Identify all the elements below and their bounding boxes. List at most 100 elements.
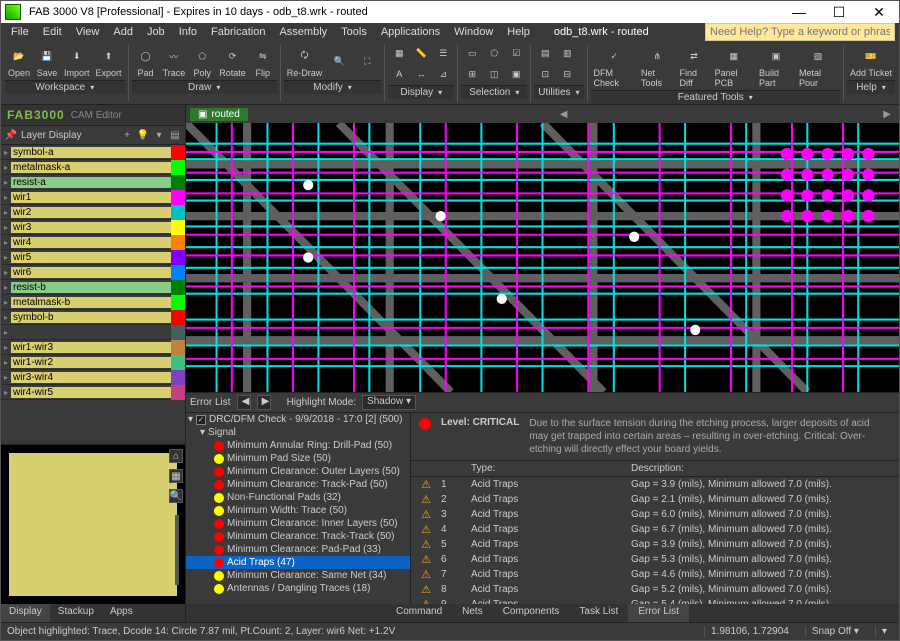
menu-fabrication[interactable]: Fabrication	[205, 25, 271, 39]
workspace-dropdown[interactable]: Workspace	[5, 80, 125, 94]
layer-row[interactable]: ▸	[1, 325, 185, 340]
error-row[interactable]: ⚠2Acid TrapsGap = 2.1 (mils), Minimum al…	[411, 492, 899, 507]
error-nav-next[interactable]: ▶	[257, 395, 271, 410]
zoom-in-button[interactable]: 🔍	[325, 43, 353, 80]
layer-row[interactable]: ▸wir1-wir3	[1, 340, 185, 355]
error-row[interactable]: ⚠7Acid TrapsGap = 4.6 (mils), Minimum al…	[411, 567, 899, 582]
draw-dropdown[interactable]: Draw	[132, 80, 277, 94]
util-btn-2[interactable]: ▥	[556, 43, 578, 64]
error-rows[interactable]: ⚠1Acid TrapsGap = 3.9 (mils), Minimum al…	[411, 477, 899, 604]
trace-button[interactable]: 〰Trace	[160, 43, 189, 80]
util-btn-1[interactable]: ▤	[534, 43, 556, 64]
error-check-item[interactable]: Minimum Clearance: Outer Layers (50)	[186, 465, 410, 478]
error-row[interactable]: ⚠8Acid TrapsGap = 5.2 (mils), Minimum al…	[411, 582, 899, 597]
preview-home-icon[interactable]: ⌂	[169, 449, 183, 463]
help-dropdown[interactable]: Help	[847, 80, 895, 94]
status-snap[interactable]: Snap Off ▾	[805, 626, 865, 637]
menu-view[interactable]: View	[70, 25, 106, 39]
menu-file[interactable]: File	[5, 25, 35, 39]
utilities-dropdown[interactable]: Utilities	[534, 85, 583, 99]
tab-command[interactable]: Command	[386, 604, 452, 622]
error-check-item[interactable]: Minimum Clearance: Pad-Pad (33)	[186, 543, 410, 556]
bulb-icon[interactable]: 💡	[137, 129, 149, 141]
display-btn-2[interactable]: 📏	[410, 43, 432, 64]
error-tree[interactable]: ▾✓DRC/DFM Check - 9/9/2018 - 17:0 [2] (5…	[186, 413, 411, 604]
display-btn-4[interactable]: A	[388, 64, 410, 85]
error-check-item[interactable]: Non-Functional Pads (32)	[186, 491, 410, 504]
error-check-item[interactable]: Minimum Annular Ring: Drill-Pad (50)	[186, 439, 410, 452]
sel-btn-2[interactable]: ⬠	[483, 43, 505, 64]
util-btn-3[interactable]: ⊡	[534, 64, 556, 85]
layer-row[interactable]: ▸wir6	[1, 265, 185, 280]
highlight-mode-select[interactable]: Shadow ▾	[362, 395, 416, 410]
menu-info[interactable]: Info	[173, 25, 203, 39]
error-nav-prev[interactable]: ◀	[237, 395, 251, 410]
layer-row[interactable]: ▸wir2	[1, 205, 185, 220]
error-check-item[interactable]: Minimum Clearance: Track-Track (50)	[186, 530, 410, 543]
sel-btn-1[interactable]: ▭	[461, 43, 483, 64]
add-icon[interactable]: +	[121, 129, 133, 141]
layer-row[interactable]: ▸wir4-wir5	[1, 385, 185, 400]
tab-stackup[interactable]: Stackup	[50, 604, 102, 622]
minimize-button[interactable]: —	[779, 1, 819, 23]
sel-btn-3[interactable]: ☑	[505, 43, 527, 64]
rotate-button[interactable]: ⟳Rotate	[216, 43, 249, 80]
layer-row[interactable]: ▸metalmask-b	[1, 295, 185, 310]
layer-row[interactable]: ▸symbol-a	[1, 145, 185, 160]
tab-nav-left[interactable]: ◀	[556, 109, 572, 120]
metal-pour-button[interactable]: ▨Metal Pour	[796, 43, 840, 90]
maximize-button[interactable]: ☐	[819, 1, 859, 23]
error-row[interactable]: ⚠9Acid TrapsGap = 5.4 (mils), Minimum al…	[411, 597, 899, 604]
pin-icon[interactable]: 📌	[5, 129, 17, 141]
tab-apps[interactable]: Apps	[102, 604, 141, 622]
net-tools-button[interactable]: ⋔Net Tools	[638, 43, 677, 90]
layer-row[interactable]: ▸wir3-wir4	[1, 370, 185, 385]
redraw-button[interactable]: 🗘Re-Draw	[284, 43, 326, 80]
tab-tasklist[interactable]: Task List	[569, 604, 628, 622]
help-search-input[interactable]	[705, 23, 895, 41]
selection-dropdown[interactable]: Selection	[461, 85, 527, 99]
layer-list[interactable]: ▸symbol-a▸metalmask-a▸resist-a▸wir1▸wir2…	[1, 145, 185, 444]
pad-button[interactable]: ◯Pad	[132, 43, 160, 80]
layer-row[interactable]: ▸wir4	[1, 235, 185, 250]
import-button[interactable]: ⬇Import	[61, 43, 93, 80]
error-check-item[interactable]: Minimum Width: Trace (50)	[186, 504, 410, 517]
layer-row[interactable]: ▸resist-a	[1, 175, 185, 190]
layer-row[interactable]: ▸wir3	[1, 220, 185, 235]
status-extra[interactable]: ▾	[875, 626, 893, 637]
display-btn-5[interactable]: ↔	[410, 64, 432, 85]
menu-job[interactable]: Job	[141, 25, 171, 39]
layer-row[interactable]: ▸resist-b	[1, 280, 185, 295]
error-row[interactable]: ⚠4Acid TrapsGap = 6.7 (mils), Minimum al…	[411, 522, 899, 537]
display-btn-6[interactable]: ⊿	[432, 64, 454, 85]
display-btn-1[interactable]: ▦	[388, 43, 410, 64]
open-button[interactable]: 📂Open	[5, 43, 33, 80]
layer-row[interactable]: ▸metalmask-a	[1, 160, 185, 175]
tab-nav-right[interactable]: ▶	[879, 109, 895, 120]
sel-btn-6[interactable]: ▣	[505, 64, 527, 85]
menu-tools[interactable]: Tools	[335, 25, 373, 39]
error-row[interactable]: ⚠3Acid TrapsGap = 6.0 (mils), Minimum al…	[411, 507, 899, 522]
error-row[interactable]: ⚠1Acid TrapsGap = 3.9 (mils), Minimum al…	[411, 477, 899, 492]
tab-nets[interactable]: Nets	[452, 604, 493, 622]
build-part-button[interactable]: ▣Build Part	[756, 43, 796, 90]
pcb-canvas[interactable]	[186, 123, 899, 392]
error-row[interactable]: ⚠6Acid TrapsGap = 5.3 (mils), Minimum al…	[411, 552, 899, 567]
preview-zoom-icon[interactable]: 🔍	[169, 489, 183, 503]
save-button[interactable]: 💾Save	[33, 43, 61, 80]
layer-row[interactable]: ▸wir5	[1, 250, 185, 265]
modify-dropdown[interactable]: Modify	[284, 80, 382, 94]
display-dropdown[interactable]: Display	[388, 85, 454, 99]
poly-button[interactable]: ⬠Poly	[188, 43, 216, 80]
menu-help[interactable]: Help	[501, 25, 536, 39]
flip-button[interactable]: ⇋Flip	[249, 43, 277, 80]
preview-zoom-slider[interactable]	[175, 515, 179, 585]
tab-errorlist[interactable]: Error List	[628, 604, 689, 622]
find-diff-button[interactable]: ⇄Find Diff	[677, 43, 712, 90]
featured-dropdown[interactable]: Featured Tools	[591, 90, 840, 104]
add-ticket-button[interactable]: 🎫Add Ticket	[847, 43, 895, 80]
error-check-item[interactable]: Minimum Pad Size (50)	[186, 452, 410, 465]
error-check-item[interactable]: Antennas / Dangling Traces (18)	[186, 582, 410, 595]
util-btn-4[interactable]: ⊟	[556, 64, 578, 85]
panel-pcb-button[interactable]: ▦Panel PCB	[712, 43, 756, 90]
